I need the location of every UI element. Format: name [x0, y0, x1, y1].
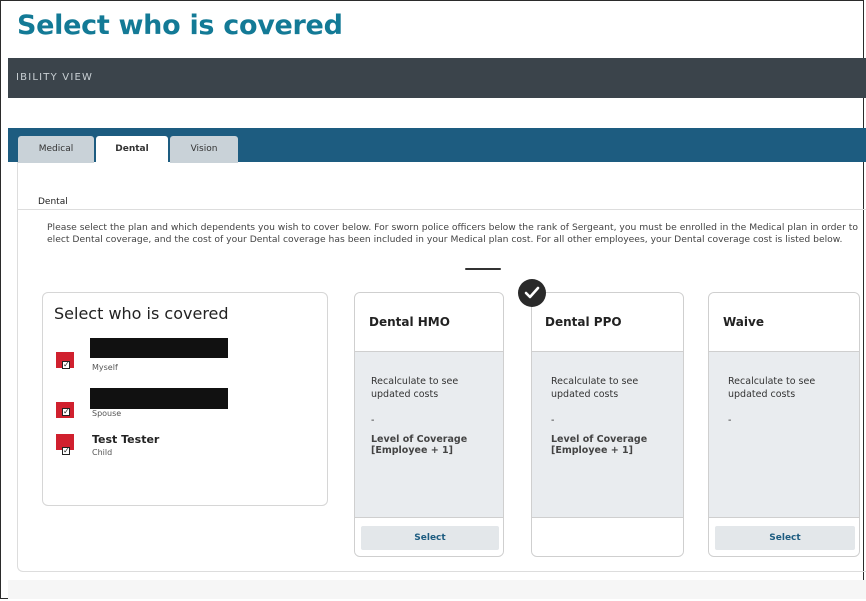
coverage-title: Select who is covered	[54, 304, 229, 323]
loading-indicator	[465, 268, 501, 270]
select-button[interactable]: Select	[715, 526, 855, 550]
plan-cost-text: Recalculate to see updated costs	[551, 376, 639, 400]
dependent-checkbox-child[interactable]: ✓	[56, 434, 74, 455]
plan-name: Dental HMO	[369, 315, 450, 329]
slide-title: Select who is covered	[17, 10, 343, 41]
dependent-checkbox-spouse[interactable]: ✓	[56, 402, 74, 418]
redacted-name	[90, 338, 228, 358]
plan-card-dental-hmo[interactable]: Dental HMO Recalculate to see updated co…	[354, 292, 504, 557]
divider	[17, 209, 866, 210]
top-nav-bar: IBILITY VIEW	[8, 58, 866, 98]
plan-card-header: Waive	[709, 293, 859, 352]
plan-card-footer	[532, 517, 683, 556]
plan-card-dental-ppo[interactable]: Dental PPO Recalculate to see updated co…	[531, 292, 684, 557]
dependent-checkbox-myself[interactable]: ✓	[56, 352, 74, 369]
plan-coverage-level: Level of Coverage [Employee + 1]	[371, 434, 468, 456]
plan-dash: -	[551, 415, 555, 426]
plan-dash: -	[371, 415, 375, 426]
plan-cost-text: Recalculate to see updated costs	[371, 376, 459, 400]
instructions-text: Please select the plan and which depende…	[47, 222, 859, 245]
checkmark-icon: ✓	[62, 446, 70, 455]
select-button[interactable]: Select	[361, 526, 499, 550]
plan-card-header: Dental PPO	[532, 293, 683, 352]
checkmark-icon	[524, 286, 540, 299]
plan-coverage-level: Level of Coverage [Employee + 1]	[551, 434, 648, 456]
checkmark-icon: ✓	[62, 407, 70, 416]
selected-badge	[518, 279, 546, 307]
section-heading: Dental	[38, 197, 68, 207]
plan-card-header: Dental HMO	[355, 293, 503, 352]
dependent-name: Test Tester	[92, 433, 160, 446]
plan-card-waive[interactable]: Waive Recalculate to see updated costs -…	[708, 292, 860, 557]
plan-name: Waive	[723, 315, 764, 329]
plan-card-footer: Select	[709, 517, 859, 556]
plan-card-footer: Select	[355, 517, 503, 556]
nav-bar-label: IBILITY VIEW	[16, 72, 94, 83]
tab-medical[interactable]: Medical	[18, 136, 94, 163]
redacted-name	[90, 388, 228, 409]
tab-vision[interactable]: Vision	[170, 136, 238, 163]
plan-dash: -	[728, 415, 732, 426]
dependent-role: Myself	[92, 363, 118, 372]
checkmark-icon: ✓	[62, 360, 70, 369]
plan-name: Dental PPO	[545, 315, 622, 329]
dependent-role: Spouse	[92, 409, 122, 418]
bottom-strip	[8, 580, 866, 599]
dependent-role: Child	[92, 448, 113, 457]
tab-dental[interactable]: Dental	[96, 136, 168, 164]
plan-cost-text: Recalculate to see updated costs	[728, 376, 816, 400]
